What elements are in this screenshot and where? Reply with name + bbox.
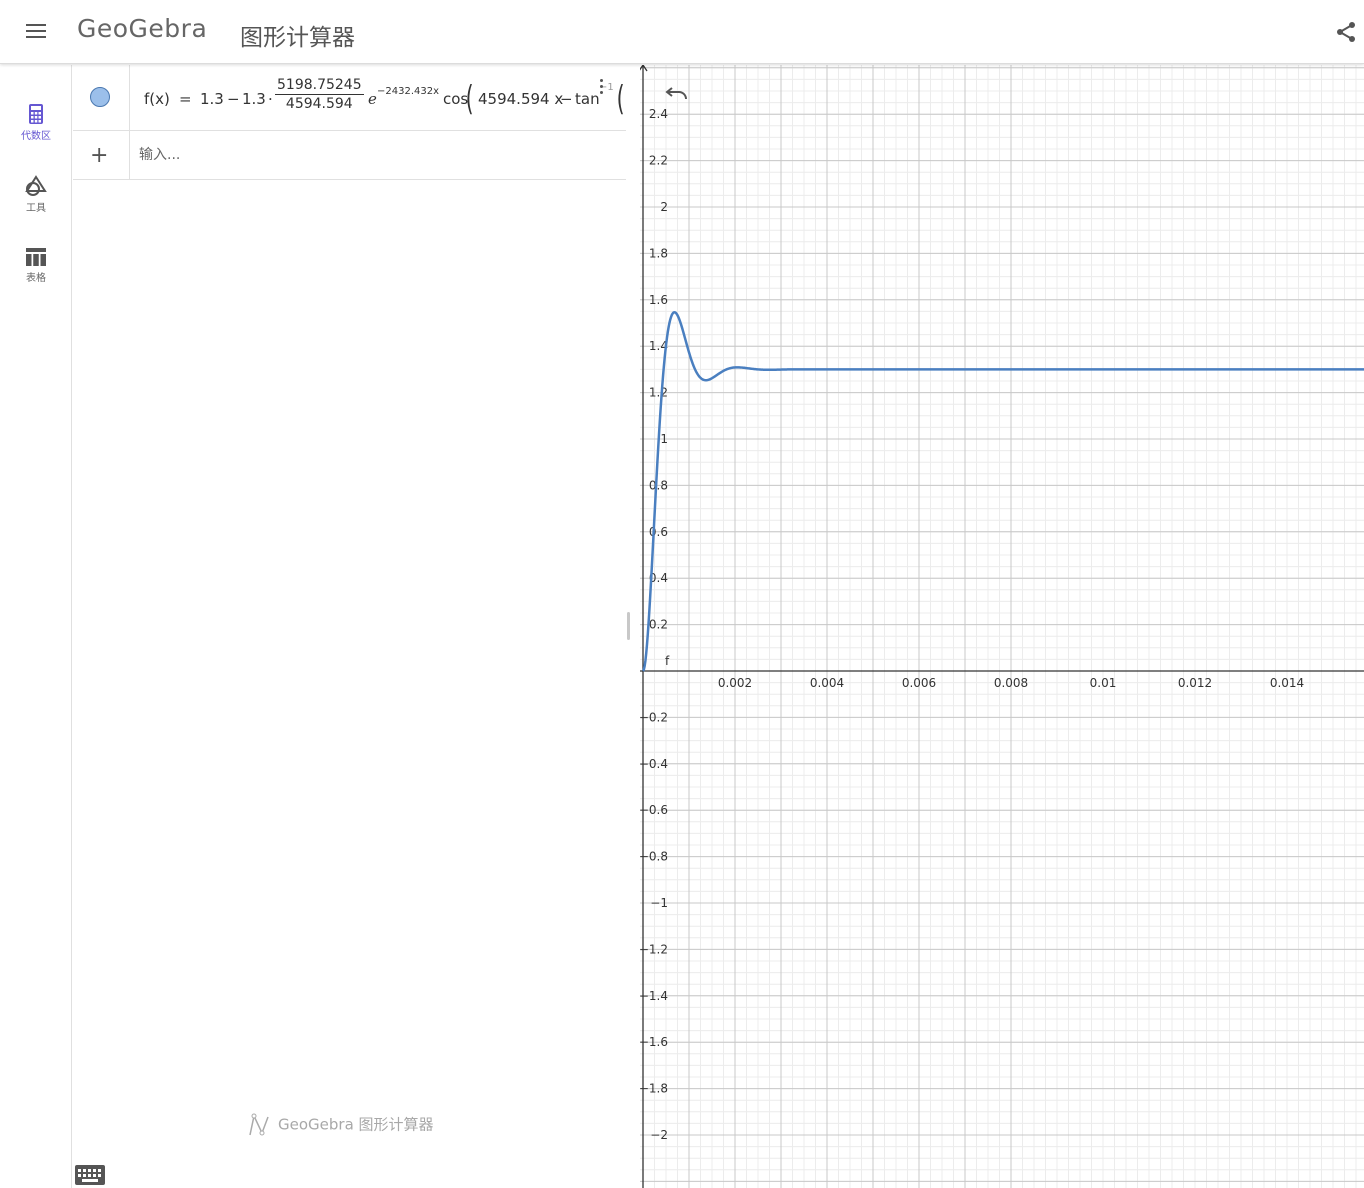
rail-item-label: 工具 xyxy=(26,203,46,214)
y-tick-label: 2.4 xyxy=(649,107,668,121)
marble-column xyxy=(73,65,130,130)
rail-item-tools[interactable]: 工具 xyxy=(0,175,72,214)
more-options-icon[interactable] xyxy=(598,79,606,99)
y-tick-label: −1.8 xyxy=(640,1082,668,1096)
minor-grid xyxy=(640,65,1364,1188)
formula-paren: ( xyxy=(616,79,625,119)
graphics-view[interactable]: 0.002 0.004 0.006 0.008 0.01 0.012 0.014 0.2 0.4… xyxy=(640,65,1364,1188)
x-tick-label: 0.014 xyxy=(1270,676,1304,690)
y-tick-label: 1.8 xyxy=(649,246,668,260)
marble-column: + xyxy=(73,131,130,179)
formula-e: e xyxy=(368,90,377,108)
rail-item-algebra[interactable]: 代数区 xyxy=(0,103,72,142)
y-tick-label: −2 xyxy=(650,1128,668,1142)
formula-lhs: f(x) xyxy=(144,90,170,108)
share-icon[interactable] xyxy=(1334,20,1358,44)
major-grid xyxy=(640,65,1364,1188)
y-tick-label: −0.4 xyxy=(640,757,668,771)
function-curve[interactable] xyxy=(641,310,1364,672)
calculator-icon xyxy=(29,104,43,124)
geogebra-logo: GeoGebra xyxy=(77,14,208,43)
geogebra-app: GeoGebra 图形计算器 代数区 工具 表格 f(x) = 1.3 − 1.… xyxy=(0,0,1364,1188)
x-tick-label: 0.012 xyxy=(1178,676,1212,690)
y-tick-label: 1.2 xyxy=(649,386,668,400)
fraction-numerator: 5198.75245 xyxy=(275,77,364,95)
rail-item-label: 表格 xyxy=(26,273,46,284)
formula-eq: = xyxy=(179,90,192,108)
algebra-view: f(x) = 1.3 − 1.3 · 5198.75245 4594.594 e… xyxy=(73,65,626,1188)
shapes-tools-icon xyxy=(25,175,47,196)
x-tick-label: 0.01 xyxy=(1090,676,1117,690)
geogebra-graph-icon xyxy=(249,1113,269,1136)
undo-icon[interactable] xyxy=(665,83,689,103)
y-tick-label: −1.4 xyxy=(640,989,668,1003)
formula-dot: · xyxy=(268,90,273,108)
formula-term: 1.3 xyxy=(242,90,266,108)
formula-minus: − xyxy=(227,90,240,108)
y-tick-label: −0.2 xyxy=(640,710,668,724)
y-tick-label: −0.6 xyxy=(640,803,668,817)
y-tick-label: 1 xyxy=(660,432,668,446)
y-tick-label: −1 xyxy=(650,896,668,910)
side-rail: 代数区 工具 表格 xyxy=(0,65,72,1188)
function-label: f xyxy=(665,654,670,668)
visibility-toggle[interactable] xyxy=(90,87,110,107)
add-icon[interactable]: + xyxy=(90,143,108,168)
formula-paren: ( xyxy=(465,79,474,119)
fraction-denominator: 4594.594 xyxy=(285,96,353,112)
y-tick-label: 0.8 xyxy=(649,478,668,492)
splitter-grip[interactable] xyxy=(627,612,630,640)
panel-splitter[interactable] xyxy=(626,65,640,1188)
formula-fraction: 5198.75245 4594.594 xyxy=(275,77,364,112)
menu-icon[interactable] xyxy=(22,20,50,44)
formula-minus: − xyxy=(560,90,573,108)
watermark-text: GeoGebra 图形计算器 xyxy=(278,1115,434,1134)
rail-item-table[interactable]: 表格 xyxy=(0,247,72,284)
formula-exponent: −2432.432x xyxy=(377,86,440,97)
keyboard-icon[interactable] xyxy=(75,1165,105,1185)
algebra-input[interactable] xyxy=(139,140,609,170)
y-tick-label: 0.6 xyxy=(649,525,668,539)
geogebra-watermark: GeoGebra 图形计算器 xyxy=(248,1113,434,1137)
app-title: 图形计算器 xyxy=(240,25,355,51)
x-tick-label: 0.002 xyxy=(718,676,752,690)
y-tick-label: 1.6 xyxy=(649,293,668,307)
x-tick-label: 0.008 xyxy=(994,676,1028,690)
y-tick-label: −1.6 xyxy=(640,1035,668,1049)
y-tick-label: 2 xyxy=(660,200,668,214)
top-bar: GeoGebra 图形计算器 xyxy=(0,0,1364,64)
y-tick-label: −0.8 xyxy=(640,850,668,864)
graph-canvas[interactable]: 0.002 0.004 0.006 0.008 0.01 0.012 0.0140.20.4… xyxy=(640,65,1364,1188)
table-icon xyxy=(26,248,46,266)
formula-term: 1.3 xyxy=(200,90,224,108)
rail-item-label: 代数区 xyxy=(21,131,51,142)
formula-arg: 4594.594 x xyxy=(478,90,564,108)
y-tick-label: 0.2 xyxy=(649,618,668,632)
y-tick-label: −1.2 xyxy=(640,942,668,956)
x-tick-label: 0.004 xyxy=(810,676,844,690)
axes xyxy=(640,65,1364,1188)
algebra-item-f[interactable]: f(x) = 1.3 − 1.3 · 5198.75245 4594.594 e… xyxy=(73,65,626,131)
y-tick-label: 2.2 xyxy=(649,154,668,168)
formula-cos: cos xyxy=(443,90,469,108)
function-definition[interactable]: f(x) = 1.3 − 1.3 · 5198.75245 4594.594 e… xyxy=(144,75,626,121)
formula-tan: tan xyxy=(575,90,600,108)
algebra-input-row: + xyxy=(73,131,626,180)
x-tick-label: 0.006 xyxy=(902,676,936,690)
